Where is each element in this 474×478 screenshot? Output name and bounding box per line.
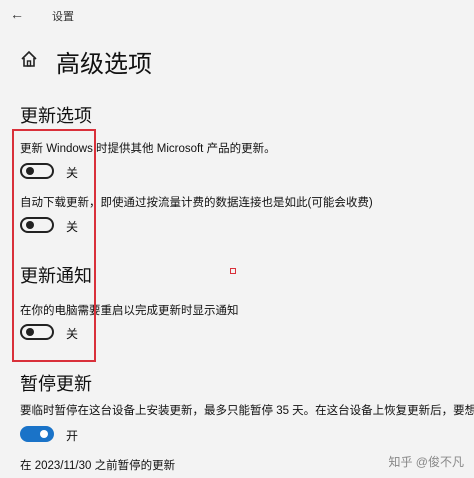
window-title: 设置 xyxy=(52,11,74,23)
update-options-heading: 更新选项 xyxy=(20,106,92,126)
watermark: 知乎 @俊不凡 xyxy=(388,455,464,469)
pause-updates-toggle[interactable] xyxy=(20,426,54,442)
arrow-left-icon: ← xyxy=(10,6,24,22)
home-icon[interactable] xyxy=(20,50,38,68)
page-title: 高级选项 xyxy=(56,51,152,78)
paused-until-text: 在 2023/11/30 之前暂停的更新 xyxy=(20,460,176,472)
pause-updates-heading: 暂停更新 xyxy=(20,374,92,394)
toggle-knob xyxy=(40,430,48,438)
annotation-dot xyxy=(230,268,236,274)
pause-updates-state: 开 xyxy=(66,429,79,443)
pause-updates-description: 要临时暂停在这台设备上安装更新，最多只能暂停 35 天。在这台设备上恢复更新后，… xyxy=(20,405,474,417)
back-button[interactable]: ← xyxy=(10,4,30,24)
annotation-highlight-box xyxy=(12,129,96,362)
